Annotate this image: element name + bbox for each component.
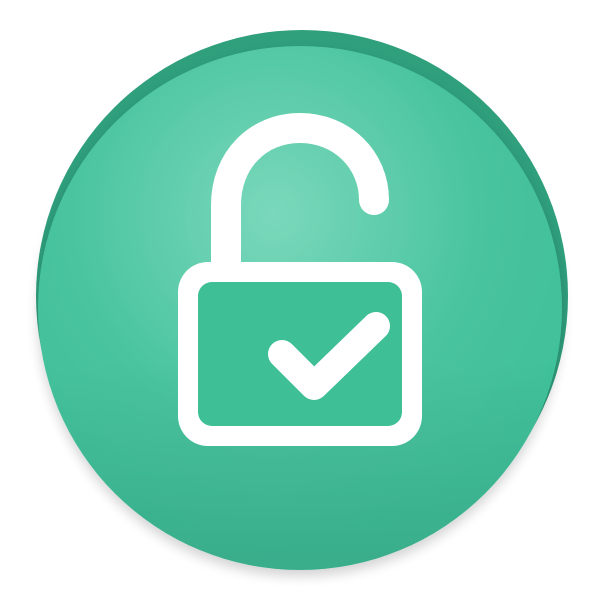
app-icon-button[interactable]: [0, 0, 600, 600]
icon-canvas: [0, 0, 600, 600]
unlocked-padlock-check-icon: [36, 30, 568, 570]
